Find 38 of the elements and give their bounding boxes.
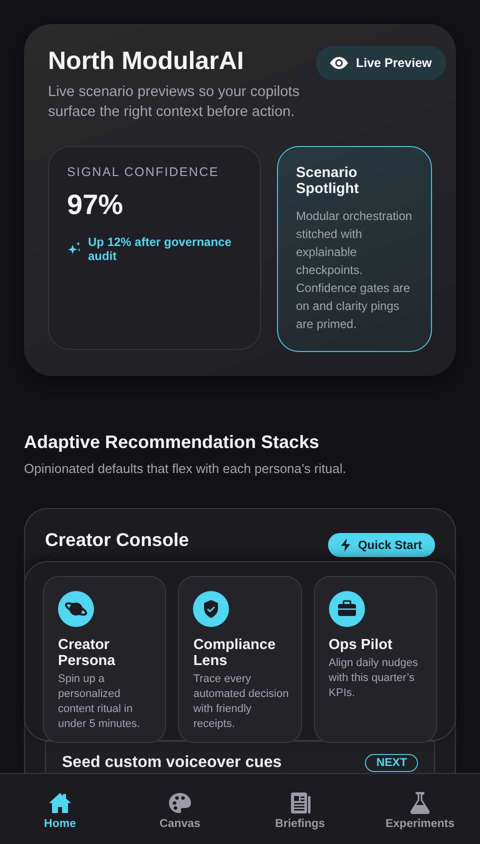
section-subtitle: Opinionated defaults that flex with each persona’s ritual.	[24, 461, 348, 476]
persona-card[interactable]: Compliance Lens Trace every automated decision with friendly receipts.	[178, 576, 302, 743]
nav-tab[interactable]: Canvas	[120, 774, 240, 844]
persona-description: Spin up a personalized content ritual in under 5 minutes.	[58, 672, 141, 732]
newspaper-icon	[288, 792, 312, 814]
persona-title: Ops Pilot	[328, 637, 394, 653]
nav-tab[interactable]: Experiments	[360, 774, 480, 844]
lightning-icon	[340, 538, 351, 552]
step-row[interactable]: Seed custom voiceover cues NEXT	[45, 741, 435, 773]
persona-card[interactable]: Creator Persona Spin up a personalized content ritual in under 5 minutes.	[43, 576, 166, 743]
persona-title: Compliance Lens	[193, 637, 277, 669]
persona-description: Align daily nudges with this quarter’s KPIs.	[328, 656, 419, 701]
step-label: Seed custom voiceover cues	[62, 754, 282, 772]
nav-tab[interactable]: Home	[0, 774, 120, 844]
persona-description: Trace every automated decision with friendly receipts.	[193, 672, 290, 732]
flask-icon	[408, 792, 432, 814]
quick-start-button[interactable]: Quick Start	[328, 533, 435, 557]
palette-icon	[168, 792, 192, 814]
sparkle-icon	[67, 241, 82, 256]
planet-icon	[58, 591, 94, 627]
briefcase-icon	[328, 591, 365, 627]
persona-card[interactable]: Ops Pilot Align daily nudges with this quarter’s KPIs.	[314, 576, 437, 743]
metric-label: SIGNAL CONFIDENCE	[67, 165, 220, 179]
section-title: Adaptive Recommendation Stacks	[24, 432, 320, 453]
live-preview-button[interactable]: Live Preview	[316, 46, 446, 80]
trend-text: Up 12% after governance audit	[88, 235, 232, 263]
page-title: North ModularAI	[48, 46, 245, 76]
home-icon	[48, 792, 72, 814]
next-badge: NEXT	[365, 754, 418, 772]
page-subtitle: Live scenario previews so your copilots surface the right context before action.	[48, 83, 300, 122]
persona-title: Creator Persona	[58, 637, 116, 669]
spotlight-text: Modular orchestration stitched with explainable checkpoints. Confidence gates are on and clarity pings are primed.	[296, 208, 413, 333]
eye-icon	[330, 57, 348, 69]
spotlight-title: Scenario Spotlight	[296, 165, 360, 197]
console-title: Creator Console	[45, 529, 189, 551]
metric-value: 97%	[67, 189, 124, 221]
nav-tab[interactable]: Briefings	[240, 774, 360, 844]
shield-check-icon	[193, 591, 230, 627]
